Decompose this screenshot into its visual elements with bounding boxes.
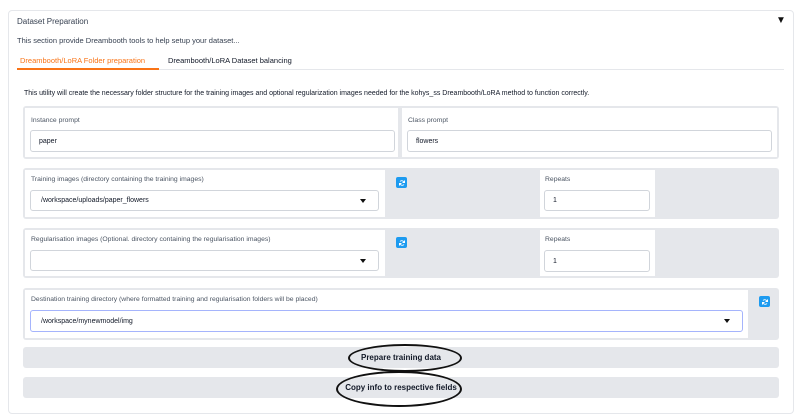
instance-prompt-label: Instance prompt bbox=[31, 117, 80, 124]
copy-info-label: Copy info to respective fields bbox=[345, 383, 457, 392]
triangle-down-icon[interactable]: ▼ bbox=[776, 16, 786, 26]
tab-folder-preparation[interactable]: Dreambooth/LoRA Folder preparation bbox=[20, 56, 145, 65]
training-images-dropdown[interactable]: /workspace/uploads/paper_flowers bbox=[30, 190, 379, 211]
copy-info-button[interactable]: Copy info to respective fields bbox=[23, 377, 779, 398]
chevron-down-icon bbox=[360, 258, 366, 263]
prepare-training-data-label: Prepare training data bbox=[360, 353, 442, 362]
chevron-down-icon bbox=[724, 319, 730, 323]
refresh-icon[interactable] bbox=[759, 296, 770, 307]
active-tab-indicator bbox=[17, 68, 159, 70]
training-repeats-value: 1 bbox=[553, 197, 557, 204]
utility-description: This utility will create the necessary f… bbox=[24, 90, 590, 97]
regularisation-repeats-input[interactable]: 1 bbox=[544, 250, 650, 272]
chevron-down-icon bbox=[360, 198, 366, 203]
instance-prompt-value: paper bbox=[39, 137, 57, 145]
section-description: This section provide Dreambooth tools to… bbox=[17, 36, 240, 45]
class-prompt-input[interactable]: flowers bbox=[407, 130, 772, 152]
training-images-label: Training images (directory containing th… bbox=[31, 176, 204, 183]
regularisation-repeats-value: 1 bbox=[553, 257, 557, 265]
refresh-icon[interactable] bbox=[396, 177, 407, 188]
regularisation-images-label: Regularisation images (Optional. directo… bbox=[31, 236, 271, 243]
regularisation-images-dropdown[interactable] bbox=[30, 250, 379, 271]
destination-dropdown[interactable]: /workspace/mynewmodel/img bbox=[30, 310, 743, 332]
class-prompt-label: Class prompt bbox=[408, 117, 449, 124]
destination-label: Destination training directory (where fo… bbox=[31, 296, 318, 303]
tab-dataset-balancing[interactable]: Dreambooth/LoRA Dataset balancing bbox=[168, 56, 292, 65]
regularisation-repeats-label: Repeats bbox=[545, 236, 571, 243]
training-repeats-label: Repeats bbox=[545, 176, 571, 183]
training-repeats-input[interactable]: 1 bbox=[544, 190, 650, 211]
destination-value: /workspace/mynewmodel/img bbox=[41, 317, 133, 325]
refresh-icon[interactable] bbox=[396, 237, 407, 248]
instance-prompt-input[interactable]: paper bbox=[30, 130, 395, 152]
training-images-value: /workspace/uploads/paper_flowers bbox=[41, 197, 149, 204]
section-title[interactable]: Dataset Preparation bbox=[17, 17, 88, 26]
prepare-training-data-button[interactable]: Prepare training data bbox=[23, 347, 779, 368]
class-prompt-value: flowers bbox=[416, 137, 439, 145]
